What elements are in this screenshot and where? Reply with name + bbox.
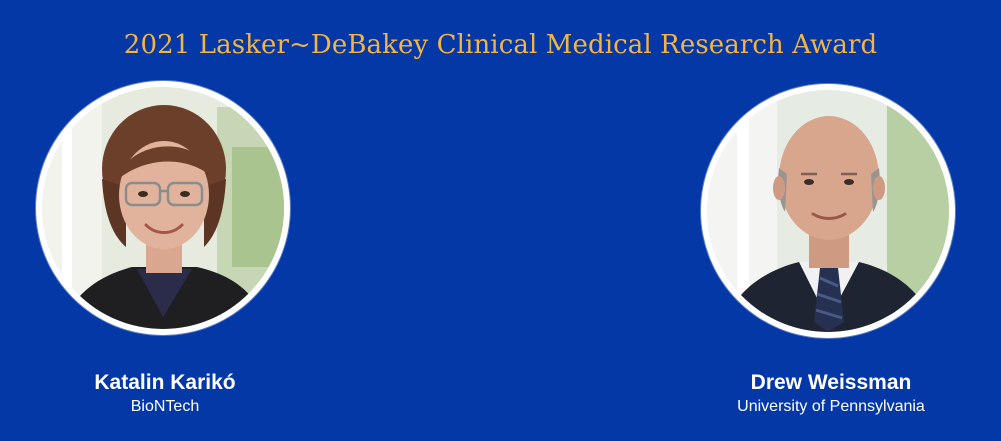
winner-affiliation: BioNTech (130, 398, 200, 415)
award-banner: 2021 Lasker~DeBakey Clinical Medical Res… (0, 0, 1001, 441)
winner-photo-frame (36, 81, 290, 335)
award-title: 2021 Lasker~DeBakey Clinical Medical Res… (123, 30, 878, 60)
winner-name: Katalin Karikó (94, 371, 236, 394)
winner-photo-frame (701, 84, 955, 338)
portrait-illustration (42, 87, 284, 329)
winner-name: Drew Weissman (750, 371, 912, 394)
winner-portrait-weissman (707, 90, 949, 332)
winner-affiliation: University of Pennsylvania (737, 398, 925, 415)
winner-portrait-karikó (42, 87, 284, 329)
portrait-illustration (707, 90, 949, 332)
